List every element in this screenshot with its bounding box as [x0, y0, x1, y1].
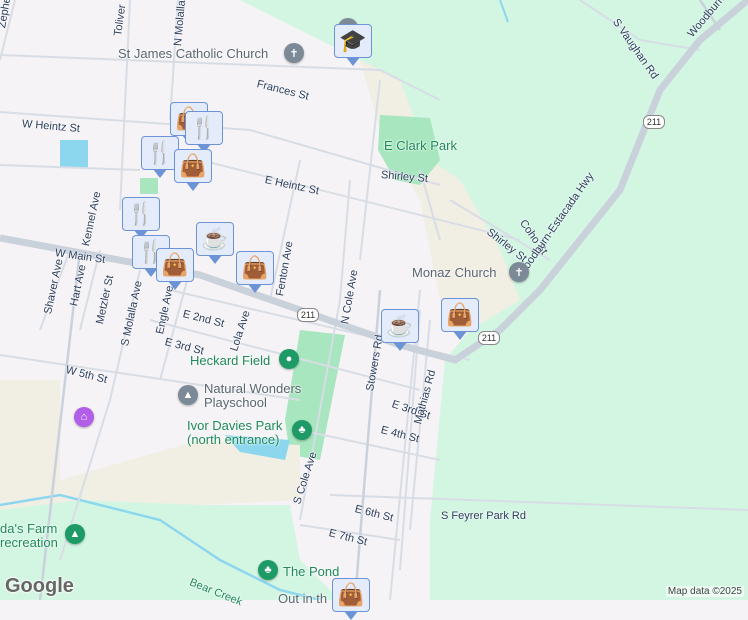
poi-label: St James Catholic Church — [118, 46, 269, 61]
restaurant-icon: 🍴 — [190, 115, 218, 140]
shopping-icon: 👜 — [446, 302, 474, 327]
highway-shield: 211 — [643, 115, 665, 129]
shopping-icon: 👜 — [161, 252, 189, 277]
poi-label: Out in th — [278, 591, 328, 606]
school-icon[interactable]: ▲ — [178, 385, 198, 405]
shopping-icon: 👜 — [337, 582, 365, 607]
tree-icon[interactable]: ♣ — [258, 560, 278, 580]
shopping-marker[interactable]: 👜 — [236, 251, 274, 293]
street-label: S Feyrer Park Rd — [441, 510, 526, 522]
poi-label: Ivor Davies Park (north entrance) — [187, 418, 283, 447]
cafe-icon: ☕ — [386, 313, 414, 338]
poi-farm-recreation[interactable]: da's Farm recreation — [0, 522, 58, 550]
museum-icon[interactable]: ⌂ — [74, 407, 94, 427]
church-icon[interactable]: ✝ — [509, 262, 529, 282]
school-icon: 🎓 — [339, 28, 367, 53]
poi-label: Monaz Church — [412, 265, 497, 280]
shopping-icon: 👜 — [241, 255, 269, 280]
poi-label: E Clark Park — [384, 138, 457, 153]
restaurant-icon: 🍴 — [146, 140, 174, 165]
cafe-icon: ☕ — [201, 226, 229, 251]
shopping-marker[interactable]: 👜 — [332, 578, 370, 620]
poi-heckard-field[interactable]: Heckard Field — [190, 354, 270, 368]
restaurant-icon: 🍴 — [127, 201, 155, 226]
google-logo: Google — [5, 575, 74, 597]
cafe-marker[interactable]: ☕ — [196, 222, 234, 264]
poi-st-james-church[interactable]: St James Catholic Church — [118, 47, 268, 61]
poi-label: Heckard Field — [190, 353, 271, 368]
small-park — [140, 178, 158, 194]
poi-natural-wonders[interactable]: Natural Wonders Playschool — [204, 382, 301, 410]
poi-label: Natural Wonders Playschool — [204, 381, 302, 410]
poi-the-pond[interactable]: The Pond — [283, 565, 339, 579]
poi-ivor-davies-park[interactable]: Ivor Davies Park (north entrance) — [187, 419, 282, 447]
highway-shield: 211 — [297, 308, 319, 322]
tree-icon[interactable]: ♣ — [292, 420, 312, 440]
shopping-marker[interactable]: 👜 — [441, 298, 479, 340]
church-icon[interactable]: ✝ — [284, 43, 304, 63]
shopping-icon: 👜 — [179, 153, 207, 178]
poi-monaz-church[interactable]: Monaz Church — [412, 266, 497, 280]
cafe-marker[interactable]: ☕ — [381, 309, 419, 351]
poi-label: The Pond — [283, 564, 340, 579]
highway-shield: 211 — [478, 331, 500, 345]
restaurant-marker[interactable]: 🍴 — [122, 197, 160, 239]
shopping-marker[interactable]: 👜 — [156, 248, 194, 290]
campground-icon[interactable]: ▲ — [65, 524, 85, 544]
pond-water — [60, 140, 88, 168]
shopping-marker[interactable]: 👜 — [174, 149, 212, 191]
map-attribution[interactable]: Map data ©2025 — [665, 586, 744, 597]
poi-e-clark-park[interactable]: E Clark Park — [384, 139, 457, 153]
restaurant-marker[interactable]: 🍴 — [185, 111, 223, 153]
stadium-icon[interactable]: ● — [279, 349, 299, 369]
poi-label: da's Farm recreation — [0, 521, 58, 550]
school-marker[interactable]: 🎓 — [334, 24, 372, 66]
poi-out-in[interactable]: Out in th — [278, 592, 327, 606]
